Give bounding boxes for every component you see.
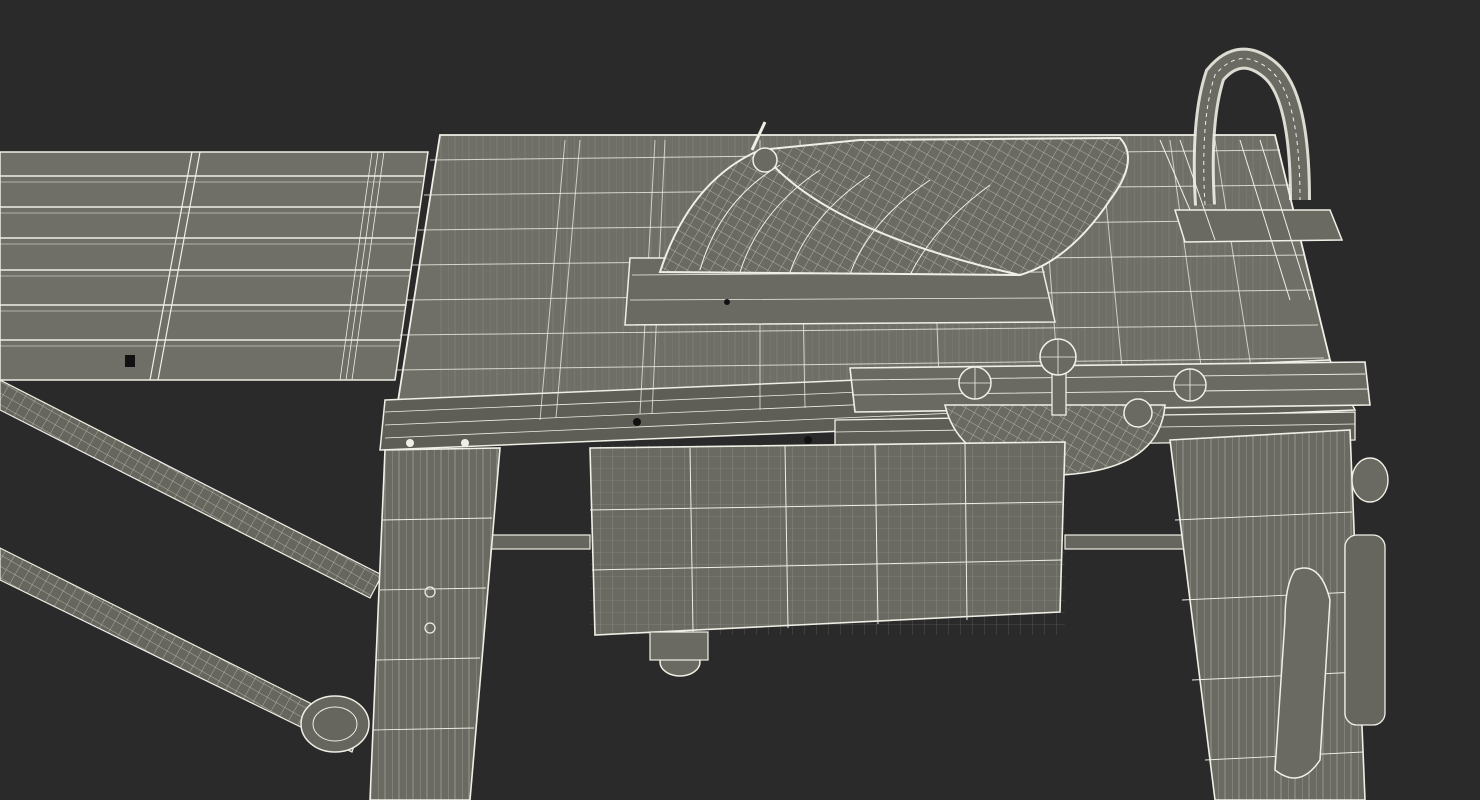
height-wheel (1351, 457, 1389, 503)
wheel (300, 695, 370, 753)
side-extension-table (0, 151, 429, 381)
side-pipe (1344, 534, 1386, 726)
wireframe-viewport (0, 0, 1480, 800)
wireframe-render (0, 0, 1480, 800)
